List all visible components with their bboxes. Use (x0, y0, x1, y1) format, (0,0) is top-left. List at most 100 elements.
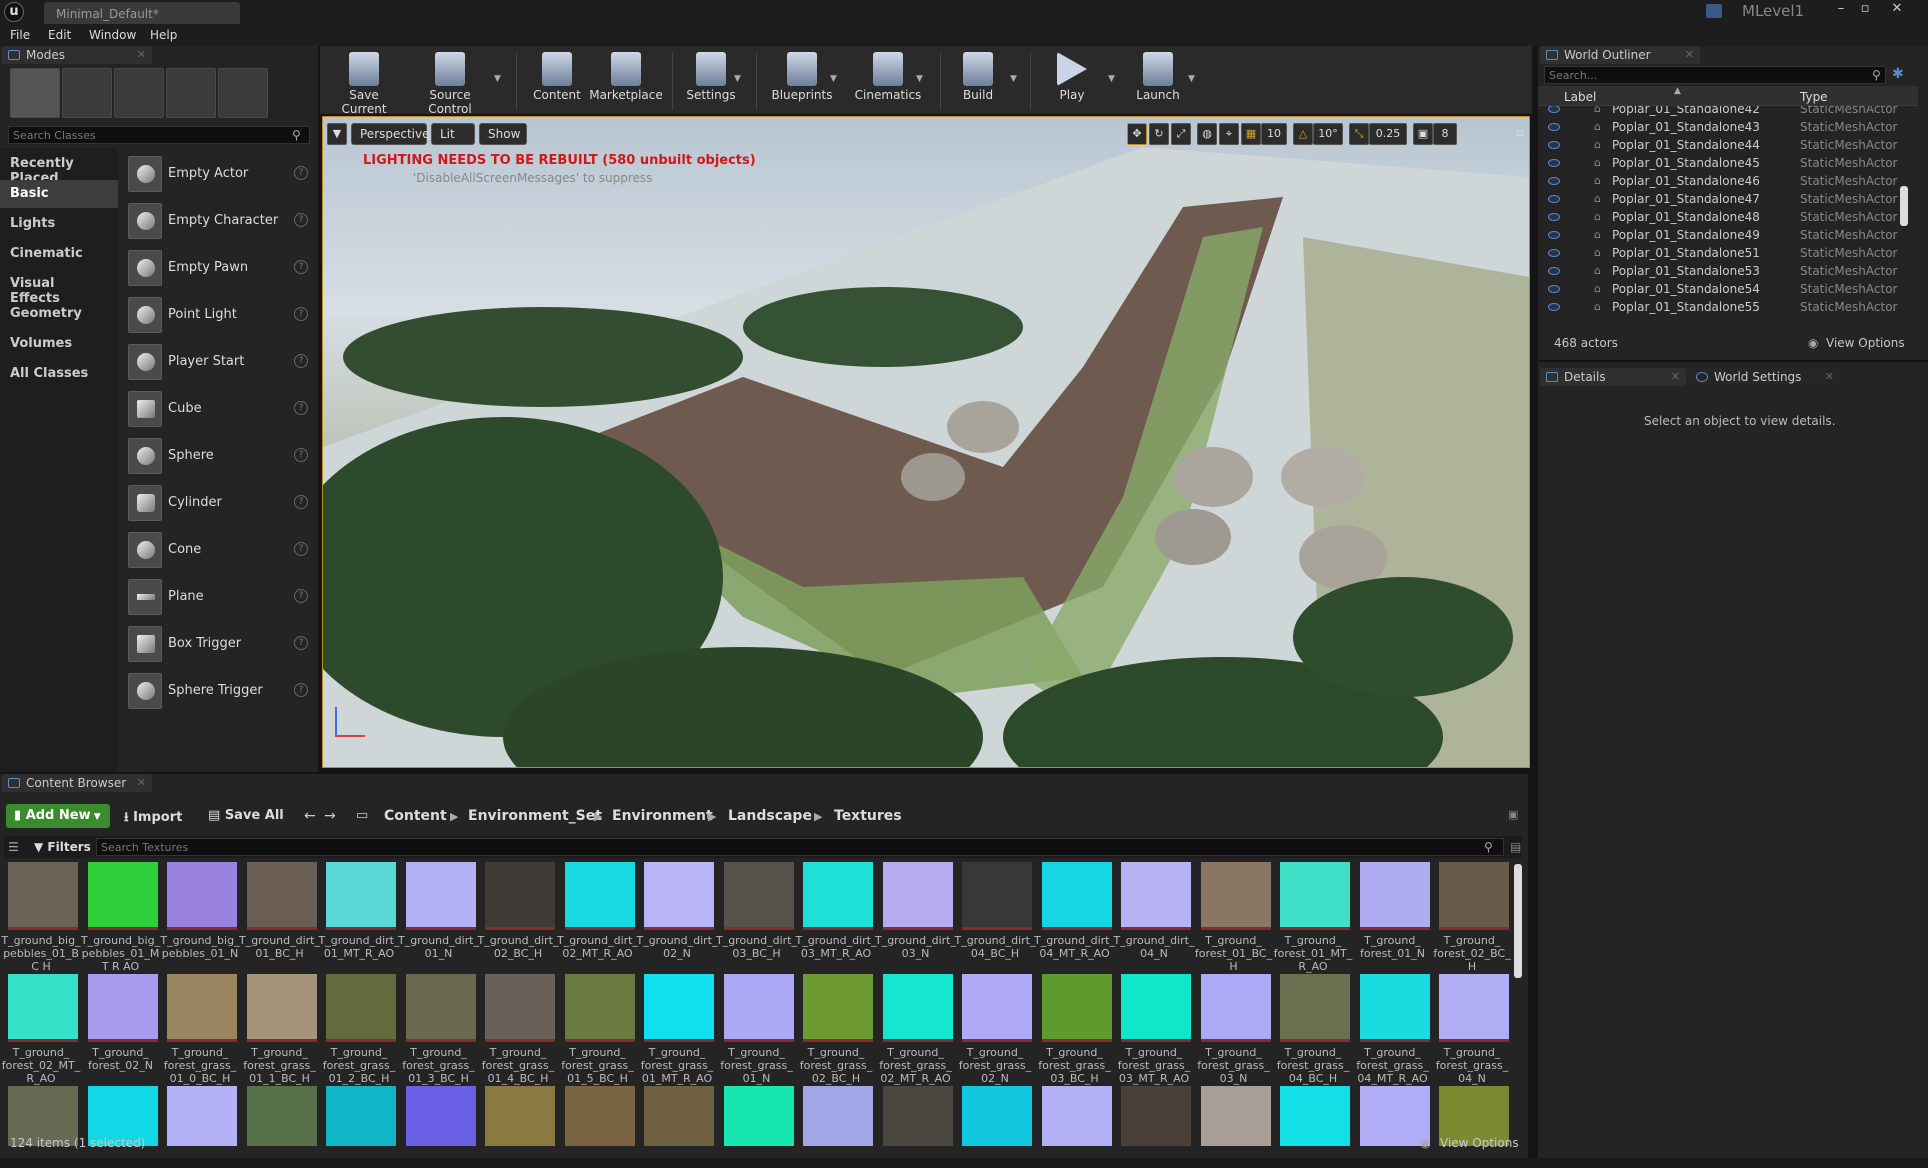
help-icon[interactable]: ? (294, 495, 308, 509)
visibility-eye-icon[interactable] (1548, 303, 1560, 311)
category-geometry[interactable]: Geometry (0, 300, 118, 328)
menu-help[interactable]: Help (150, 28, 177, 42)
details-tab-close-icon[interactable]: ✕ (1671, 370, 1680, 383)
level-tab[interactable]: Minimal_Default* (44, 2, 240, 24)
blueprints-button[interactable]: Blueprints (764, 48, 840, 112)
world-outliner-tab[interactable]: World Outliner ✕ (1540, 46, 1700, 64)
scale-snap-value[interactable]: 0.25 (1369, 123, 1407, 145)
play-dropdown-icon[interactable]: ▼ (1108, 74, 1115, 84)
texture-asset[interactable] (716, 1086, 794, 1146)
back-arrow-icon[interactable]: ← (304, 808, 316, 824)
outliner-row[interactable]: ⌂ Poplar_01_Standalone55 StaticMeshActor (1538, 298, 1916, 316)
world-space-icon[interactable]: ◍ (1197, 123, 1217, 145)
visibility-eye-icon[interactable] (1548, 231, 1560, 239)
texture-asset[interactable]: T_ground_big_ pebbles_01_MT R AO (80, 862, 160, 973)
texture-asset[interactable]: T_ground_ forest_grass_ 01_N (716, 974, 794, 1085)
visibility-eye-icon[interactable] (1548, 106, 1560, 113)
help-icon[interactable]: ? (294, 542, 308, 556)
texture-asset[interactable]: T_ground_dirt_ 01_N (398, 862, 479, 972)
texture-asset[interactable] (1034, 1086, 1112, 1146)
search-textures-input[interactable]: Search Textures (96, 838, 1504, 856)
texture-asset[interactable] (1272, 1086, 1350, 1146)
content-view-options[interactable]: View Options (1440, 1136, 1519, 1150)
visibility-eye-icon[interactable] (1548, 195, 1560, 203)
texture-asset[interactable]: T_ground_big_ pebbles_01_N (159, 862, 240, 972)
visibility-eye-icon[interactable] (1548, 159, 1560, 167)
breadcrumb-textures[interactable]: Textures (834, 808, 902, 824)
world-settings-close-icon[interactable]: ✕ (1825, 370, 1834, 383)
rotation-snap-value[interactable]: 10° (1313, 123, 1343, 145)
texture-asset[interactable]: T_ground_ forest_grass_ 01_4_BC_H (477, 974, 555, 1085)
build-button[interactable]: Build (948, 48, 1008, 112)
category-all-classes[interactable]: All Classes (0, 360, 118, 388)
outliner-settings-icon[interactable]: ✱ (1892, 66, 1904, 82)
modes-tab-close-icon[interactable]: ✕ (137, 48, 146, 61)
texture-asset[interactable] (398, 1086, 476, 1146)
geometry-mode-icon[interactable] (218, 68, 268, 118)
category-volumes[interactable]: Volumes (0, 330, 118, 358)
lit-button[interactable]: Lit (431, 123, 475, 145)
texture-asset[interactable]: T_ground_ forest_grass_ 03_BC_H (1034, 974, 1112, 1085)
filters-button[interactable]: ▼ Filters (34, 840, 91, 854)
help-icon[interactable]: ? (294, 166, 308, 180)
texture-asset[interactable]: T_ground_ forest_grass_ 01_2_BC_H (318, 974, 396, 1085)
place-item-empty-character[interactable]: Empty Character? (124, 199, 314, 243)
texture-asset[interactable] (239, 1086, 317, 1146)
texture-asset[interactable]: T_ground_ forest_grass_ 01_5_BC_H (557, 974, 635, 1085)
texture-asset[interactable] (1113, 1086, 1191, 1146)
unreal-logo-icon[interactable]: u (4, 2, 24, 22)
menu-file[interactable]: File (10, 28, 30, 42)
visibility-eye-icon[interactable] (1548, 141, 1560, 149)
help-icon[interactable]: ? (294, 307, 308, 321)
texture-asset[interactable]: T_ground_ forest_grass_ 02_BC_H (795, 974, 873, 1085)
rotation-snap-icon[interactable]: △ (1293, 123, 1313, 145)
breadcrumb-environment[interactable]: Environment (612, 808, 713, 824)
column-label-header[interactable]: Label (1564, 90, 1596, 104)
texture-asset[interactable] (954, 1086, 1032, 1146)
help-icon[interactable]: ? (294, 260, 308, 274)
scale-snap-icon[interactable]: ⤡ (1349, 123, 1369, 145)
add-new-button[interactable]: ▮ Add New ▼ (6, 804, 110, 828)
landscape-mode-icon[interactable] (114, 68, 164, 118)
content-browser-close-icon[interactable]: ✕ (137, 776, 146, 789)
place-mode-icon[interactable] (10, 68, 60, 118)
forward-arrow-icon[interactable]: → (324, 808, 336, 824)
show-button[interactable]: Show (479, 123, 527, 145)
outliner-row[interactable]: ⌂ Poplar_01_Standalone43 StaticMeshActor (1538, 118, 1916, 136)
place-item-sphere-trigger[interactable]: Sphere Trigger? (124, 669, 314, 713)
texture-asset[interactable]: T_ground_dirt_ 03_N (875, 862, 956, 972)
maximize-viewport-icon[interactable]: ▫ (1513, 123, 1527, 145)
import-button[interactable]: ⭳ Import (124, 808, 182, 830)
foliage-mode-icon[interactable] (166, 68, 216, 118)
help-icon[interactable]: ? (294, 354, 308, 368)
texture-asset[interactable]: T_ground_dirt_ 04_MT_R_AO (1034, 862, 1115, 972)
outliner-search-input[interactable]: Search... (1544, 66, 1886, 84)
texture-asset[interactable] (557, 1086, 635, 1146)
play-button[interactable]: Play (1042, 48, 1102, 112)
texture-asset[interactable]: T_ground_ forest_02_BC_H (1431, 862, 1511, 973)
place-item-point-light[interactable]: Point Light? (124, 293, 314, 337)
breadcrumb-content[interactable]: Content (384, 808, 447, 824)
visibility-eye-icon[interactable] (1548, 267, 1560, 275)
modes-tab[interactable]: Modes ✕ (2, 46, 152, 64)
texture-asset[interactable] (1352, 1086, 1430, 1146)
grid-snap-value[interactable]: 10 (1261, 123, 1287, 145)
marketplace-button[interactable]: Marketplace (586, 48, 666, 112)
breadcrumb-landscape[interactable]: Landscape (728, 808, 812, 824)
category-cinematic[interactable]: Cinematic (0, 240, 118, 268)
place-item-cylinder[interactable]: Cylinder? (124, 481, 314, 525)
perspective-button[interactable]: Perspective (351, 123, 430, 145)
texture-asset[interactable]: T_ground_ forest_01_N (1352, 862, 1430, 972)
visibility-eye-icon[interactable] (1548, 285, 1560, 293)
close-icon[interactable]: ✕ (1888, 2, 1906, 16)
outliner-scrollbar[interactable] (1900, 186, 1908, 226)
help-icon[interactable]: ? (294, 636, 308, 650)
texture-asset[interactable]: T_ground_ forest_01_MT_ R_AO (1272, 862, 1352, 973)
outliner-row[interactable]: ⌂ Poplar_01_Standalone49 StaticMeshActor (1538, 226, 1916, 244)
minimize-icon[interactable]: – (1832, 2, 1850, 16)
place-item-box-trigger[interactable]: Box Trigger? (124, 622, 314, 666)
scale-icon[interactable]: ⤢ (1171, 123, 1191, 145)
lock-icon[interactable]: ▣ (1508, 808, 1518, 821)
translate-icon[interactable]: ✥ (1127, 123, 1147, 145)
camera-speed-value[interactable]: 8 (1433, 123, 1457, 145)
